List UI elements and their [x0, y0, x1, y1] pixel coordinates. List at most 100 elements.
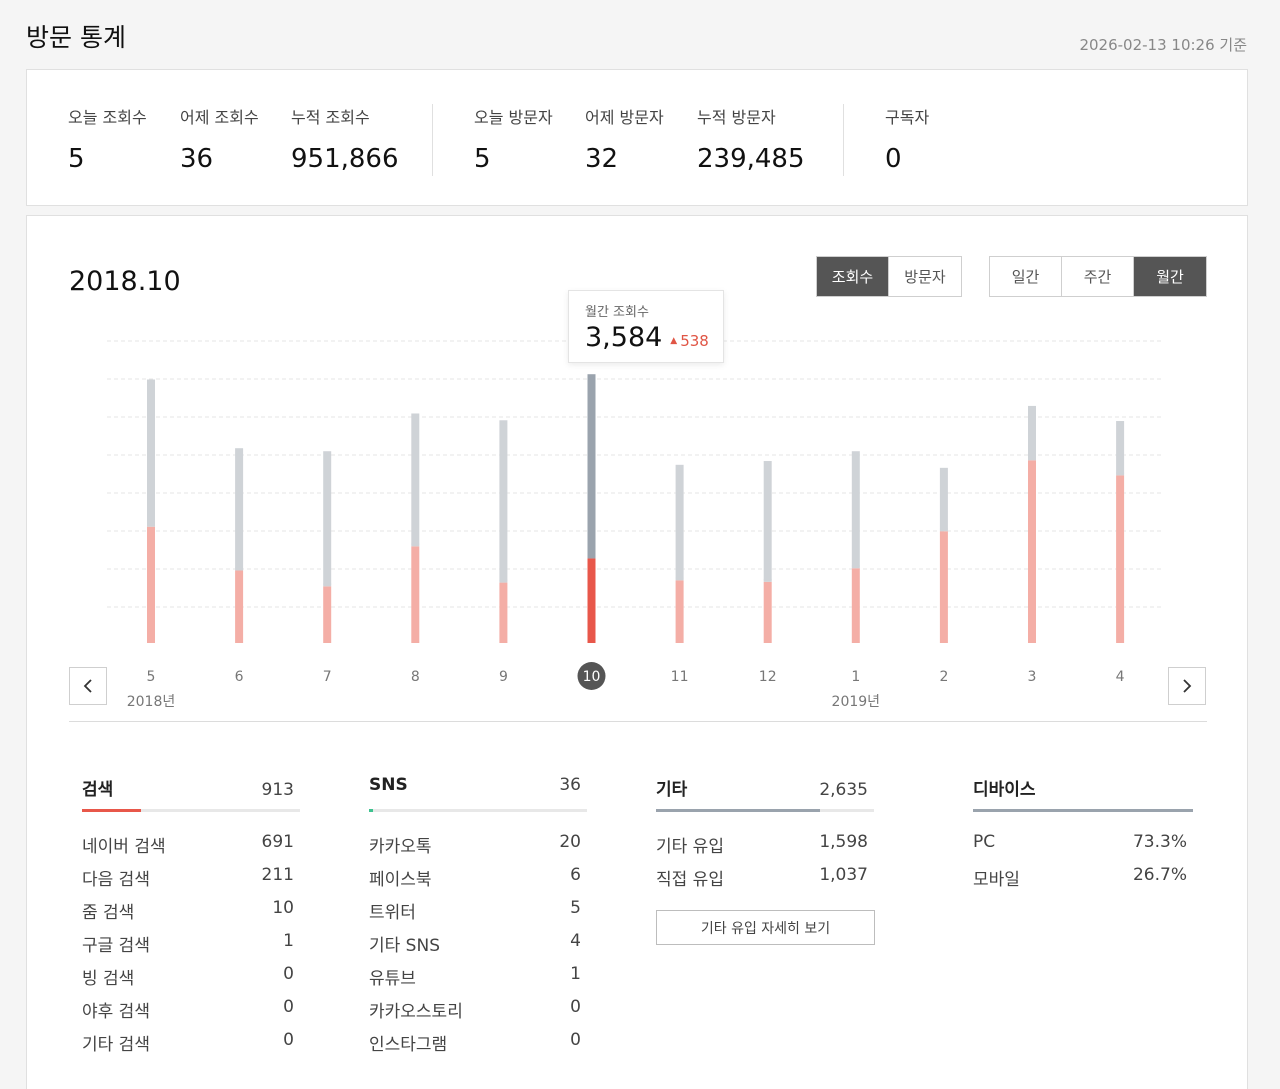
bar-segment [235, 448, 244, 571]
item-label: PC [973, 832, 996, 852]
bar-segment [851, 451, 860, 569]
stat-value: 0 [885, 144, 902, 174]
stat-label: 어제 방문자 [585, 108, 664, 127]
item-label: 모바일 [973, 870, 1020, 890]
item-label: 네이버 검색 [82, 837, 166, 857]
list-item: 빙 검색 0 [82, 964, 300, 997]
item-label: 유튜브 [369, 969, 416, 989]
x-tick-label[interactable]: 7 [323, 669, 332, 685]
item-label: 야후 검색 [82, 1002, 150, 1022]
source-total: 913 [261, 780, 294, 800]
item-value: 1 [570, 964, 581, 984]
section-divider [69, 721, 1207, 722]
source-title: 기타 [656, 780, 688, 800]
list-item: 페이스북 6 [369, 865, 587, 898]
stat-total-visitors: 누적 방문자 239,485 [697, 104, 805, 174]
x-tick-label[interactable]: 8 [411, 669, 420, 685]
stat-value: 239,485 [697, 144, 805, 174]
chart-panel: 2018.10 조회수 방문자 일간 주간 월간 5 6 7 8 9 10 11 12 1 2 3 4… [26, 215, 1248, 1089]
x-tick-label[interactable]: 4 [1116, 669, 1125, 685]
bar-group-11[interactable] [675, 464, 684, 643]
bar-segment [411, 413, 420, 547]
x-tick-label[interactable]: 1 [851, 669, 860, 685]
bar-segment [851, 568, 860, 643]
bar-group-7[interactable] [323, 451, 332, 643]
bar-segment [411, 546, 420, 643]
source-total: 2,635 [819, 780, 868, 800]
item-value: 691 [261, 832, 294, 852]
item-label: 직접 유입 [656, 870, 724, 890]
bar-segment [939, 531, 948, 643]
bar-group-2[interactable] [939, 467, 948, 643]
chart-tooltip: 월간 조회수 3,584 ▲ 538 [568, 290, 724, 363]
tooltip-delta-value: 538 [680, 332, 709, 350]
bar-segment [587, 374, 596, 559]
bar-group-4[interactable] [1116, 421, 1125, 643]
next-period-button[interactable] [1168, 667, 1206, 705]
bar-segment [1028, 460, 1036, 643]
stat-value: 5 [474, 144, 491, 174]
x-tick-label[interactable]: 6 [235, 669, 244, 685]
item-value: 1,037 [819, 865, 868, 885]
item-value: 5 [570, 898, 581, 918]
bar-segment [323, 451, 332, 587]
item-label: 기타 유입 [656, 837, 724, 857]
bar-segment [1028, 405, 1036, 461]
list-item: 기타 검색 0 [82, 1030, 300, 1063]
bar-group-5[interactable] [147, 379, 155, 643]
x-tick-label[interactable]: 10 [583, 669, 601, 685]
item-value: 0 [283, 997, 294, 1017]
item-value: 73.3% [1132, 832, 1187, 852]
triangle-up-icon: ▲ [670, 336, 678, 346]
item-value: 10 [272, 898, 294, 918]
x-tick-label[interactable]: 2 [939, 669, 948, 685]
x-tick-label[interactable]: 12 [759, 669, 777, 685]
x-tick-label[interactable]: 9 [499, 669, 508, 685]
bar-segment [675, 580, 684, 643]
chevron-left-icon [83, 679, 92, 693]
item-value: 20 [559, 832, 581, 852]
item-value: 26.7% [1132, 865, 1187, 885]
bar-group-12[interactable] [763, 461, 772, 643]
source-share-bar [656, 809, 874, 812]
x-tick-label[interactable]: 11 [671, 669, 689, 685]
prev-period-button[interactable] [69, 667, 107, 705]
stat-yesterday-views: 어제 조회수 36 [180, 104, 259, 174]
stat-today-visitors: 오늘 방문자 5 [474, 104, 553, 174]
item-label: 기타 SNS [369, 936, 440, 956]
bar-segment [235, 570, 244, 643]
source-sns: SNS 36 카카오톡 20 페이스북 6 트위터 5 기타 SNS 4 유튜브 1 카카… [369, 775, 587, 1063]
stat-value: 951,866 [291, 144, 399, 174]
other-inflow-detail-button[interactable]: 기타 유입 자세히 보기 [656, 910, 875, 945]
item-value: 211 [261, 865, 294, 885]
stat-label: 오늘 조회수 [68, 108, 147, 127]
year-label: 2018년 [127, 694, 176, 710]
updated-timestamp: 2026-02-13 10:26 기준 [1079, 36, 1247, 54]
item-label: 구글 검색 [82, 936, 150, 956]
tooltip-delta: ▲ 538 [670, 332, 709, 350]
bar-segment [1116, 475, 1125, 643]
bar-group-8[interactable] [411, 413, 420, 643]
bar-segment [147, 526, 155, 643]
list-item: 구글 검색 1 [82, 931, 300, 964]
item-label: 카카오스토리 [369, 1002, 463, 1022]
list-item: 줌 검색 10 [82, 898, 300, 931]
source-title: 디바이스 [973, 780, 1036, 800]
item-label: 기타 검색 [82, 1035, 150, 1055]
bar-group-9[interactable] [499, 420, 508, 643]
summary-panel: 오늘 조회수 5 어제 조회수 36 누적 조회수 951,866 오늘 방문자… [26, 69, 1248, 206]
bar-segment [587, 558, 596, 643]
bar-group-1[interactable] [851, 451, 860, 643]
x-tick-label[interactable]: 5 [147, 669, 156, 685]
source-share-bar [369, 809, 587, 812]
bar-group-3[interactable] [1028, 405, 1036, 643]
stat-subscribers: 구독자 0 [885, 104, 929, 174]
chevron-right-icon [1183, 679, 1192, 693]
bar-group-10[interactable] [587, 374, 596, 643]
x-tick-label[interactable]: 3 [1028, 669, 1037, 685]
item-label: 페이스북 [369, 870, 432, 890]
stat-total-views: 누적 조회수 951,866 [291, 104, 399, 174]
bar-group-6[interactable] [235, 448, 244, 643]
stat-label: 어제 조회수 [180, 108, 259, 127]
source-share-fill [369, 809, 374, 812]
